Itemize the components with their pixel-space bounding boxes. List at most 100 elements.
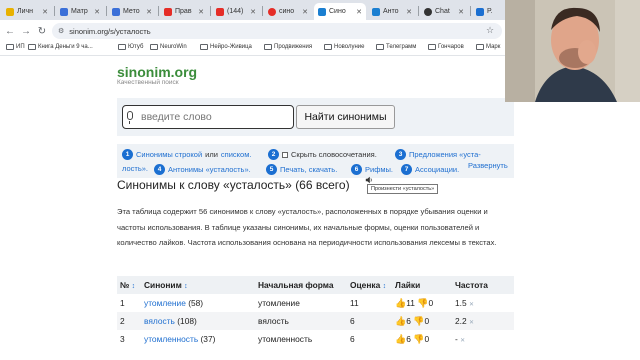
folder-icon <box>150 44 158 50</box>
bookmark-item[interactable]: NeuroWin <box>150 44 187 50</box>
thumbs-up-icon[interactable]: 👍 <box>395 334 406 344</box>
browser-tab[interactable]: сино ✕ <box>264 3 312 20</box>
bookmark-item[interactable]: Телеграмм <box>376 44 416 50</box>
close-icon[interactable]: ✕ <box>302 8 308 16</box>
synonym-link[interactable]: утомление <box>144 298 186 308</box>
bookmark-item[interactable]: Марк <box>476 44 500 50</box>
close-icon[interactable]: ✕ <box>250 8 256 16</box>
toc-number-badge: 6 <box>351 164 362 175</box>
pronounce-tooltip: Произнести «усталость» <box>367 184 439 194</box>
thumbs-down-icon[interactable]: 👎 <box>417 298 428 308</box>
close-icon[interactable]: ✕ <box>458 8 464 16</box>
bookmark-item[interactable]: Книга Деньги 9 ча... <box>28 44 93 50</box>
sort-icon[interactable]: ↕ <box>184 283 188 290</box>
bookmark-item[interactable]: Новолуние <box>324 44 365 50</box>
browser-tab[interactable]: Прав ✕ <box>160 3 208 20</box>
site-info-icon[interactable]: ⚙ <box>58 27 64 35</box>
tab-label: Сино <box>329 8 346 15</box>
synonyms-inline-link[interactable]: Синонимы строкой <box>136 150 202 159</box>
rhymes-link[interactable]: Рифмы. <box>365 165 393 174</box>
bookmark-star-icon[interactable]: ☆ <box>486 25 494 36</box>
close-icon[interactable]: ✕ <box>94 8 100 16</box>
toc-item-3-cont: лость». <box>122 164 148 173</box>
browser-tab[interactable]: Chat ✕ <box>420 3 468 20</box>
remove-icon[interactable]: ✕ <box>469 302 474 308</box>
folder-icon <box>376 44 384 50</box>
bookmark-item[interactable]: Нейро-Живица <box>200 44 252 50</box>
close-icon[interactable]: ✕ <box>356 8 362 16</box>
synonym-link[interactable]: утомленность <box>144 334 198 344</box>
bookmark-item[interactable]: ИП <box>6 44 25 50</box>
search-panel: Найти синонимы <box>117 98 514 136</box>
synonyms-table: № ↕ Синоним ↕ Начальная форма Оценка ↕ Л… <box>117 276 514 348</box>
back-arrow-icon[interactable]: ← <box>2 26 18 37</box>
tab-favicon-icon <box>372 7 380 16</box>
synonym-link[interactable]: вялость <box>144 316 175 326</box>
tab-favicon-icon <box>6 7 14 16</box>
bookmark-item[interactable]: Ютуб <box>118 44 143 50</box>
speaker-icon[interactable] <box>365 176 373 184</box>
browser-tab[interactable]: Мето ✕ <box>108 3 156 20</box>
toc-number-badge: 3 <box>395 149 406 160</box>
toc-number-badge: 1 <box>122 149 133 160</box>
close-icon[interactable]: ✕ <box>198 8 204 16</box>
search-input[interactable] <box>122 105 294 129</box>
folder-icon <box>324 44 332 50</box>
tab-label: (144) <box>227 8 244 15</box>
close-icon[interactable]: ✕ <box>406 8 412 16</box>
tab-label: Р. <box>487 8 493 15</box>
column-header-number[interactable]: № ↕ <box>117 276 141 294</box>
bookmark-item[interactable]: Продвижения <box>264 44 312 50</box>
forward-arrow-icon[interactable]: → <box>18 26 34 37</box>
browser-tab[interactable]: Матр ✕ <box>56 3 104 20</box>
thumbs-down-icon[interactable]: 👎 <box>413 316 424 326</box>
page-title: Синонимы к слову «усталость» (66 всего) <box>117 178 350 192</box>
browser-tab[interactable]: Личн ✕ <box>2 3 52 20</box>
synonyms-list-link[interactable]: списком. <box>221 150 252 159</box>
toc-item-5: 5 Печать, скачать. <box>266 164 337 175</box>
hide-phrases-label[interactable]: Скрыть словосочетания. <box>291 150 377 159</box>
toc-item-1: 1 Синонимы строкой или списком. <box>122 149 251 160</box>
thumbs-up-icon[interactable]: 👍 <box>395 298 406 308</box>
column-header-score[interactable]: Оценка ↕ <box>347 276 392 294</box>
site-logo[interactable]: sinonim.org <box>117 64 197 80</box>
reload-icon[interactable]: ↻ <box>34 26 50 37</box>
toc-expand: Развернуть <box>468 161 508 170</box>
antonyms-link[interactable]: Антонимы «усталость». <box>168 165 251 174</box>
close-icon[interactable]: ✕ <box>146 8 152 16</box>
tab-label: Chat <box>435 8 450 15</box>
remove-icon[interactable]: ✕ <box>460 338 465 344</box>
print-download-link[interactable]: Печать, скачать. <box>280 165 337 174</box>
toc-item-6: 6 Рифмы. <box>351 164 393 175</box>
folder-icon <box>428 44 436 50</box>
youtube-icon <box>164 7 172 16</box>
sentences-link[interactable]: Предложения «уста- <box>409 150 481 159</box>
tab-label: Анто <box>383 8 399 15</box>
toc-number-badge: 7 <box>401 164 412 175</box>
browser-tab[interactable]: Р. <box>472 3 504 20</box>
tab-favicon-icon <box>318 7 326 16</box>
toc-item-2: 2 Скрыть словосочетания. <box>268 149 377 160</box>
thumbs-up-icon[interactable]: 👍 <box>395 316 406 326</box>
column-header-likes: Лайки <box>392 276 452 294</box>
column-header-synonym[interactable]: Синоним ↕ <box>141 276 255 294</box>
remove-icon[interactable]: ✕ <box>469 320 474 326</box>
hide-phrases-checkbox[interactable] <box>282 151 288 158</box>
toc-number-badge: 2 <box>268 149 279 160</box>
browser-tab[interactable]: (144) ✕ <box>212 3 260 20</box>
browser-tab-active[interactable]: Сино ✕ <box>314 3 366 20</box>
microphone-icon[interactable] <box>127 111 133 124</box>
sort-icon[interactable]: ↕ <box>383 283 387 290</box>
sort-icon[interactable]: ↕ <box>132 283 136 290</box>
tab-label: Прав <box>175 8 192 15</box>
close-icon[interactable]: ✕ <box>42 8 48 16</box>
browser-tab[interactable]: Анто ✕ <box>368 3 416 20</box>
associations-link[interactable]: Ассоциации. <box>415 165 459 174</box>
url-field[interactable]: ⚙ sinonim.org/s/усталость <box>52 23 502 39</box>
url-text: sinonim.org/s/усталость <box>69 26 151 36</box>
sentences-link-cont[interactable]: лость». <box>122 164 148 173</box>
find-synonyms-button[interactable]: Найти синонимы <box>296 105 395 129</box>
bookmark-item[interactable]: Гончаров <box>428 44 464 50</box>
thumbs-down-icon[interactable]: 👎 <box>413 334 424 344</box>
expand-link[interactable]: Развернуть <box>468 161 508 170</box>
